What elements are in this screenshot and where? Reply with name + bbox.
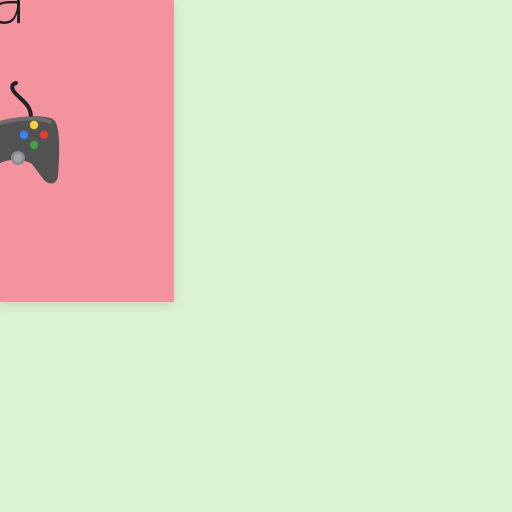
card-text: a [0, 0, 28, 39]
gamepad-icon [0, 81, 60, 184]
pink-card[interactable]: a [0, 0, 174, 302]
